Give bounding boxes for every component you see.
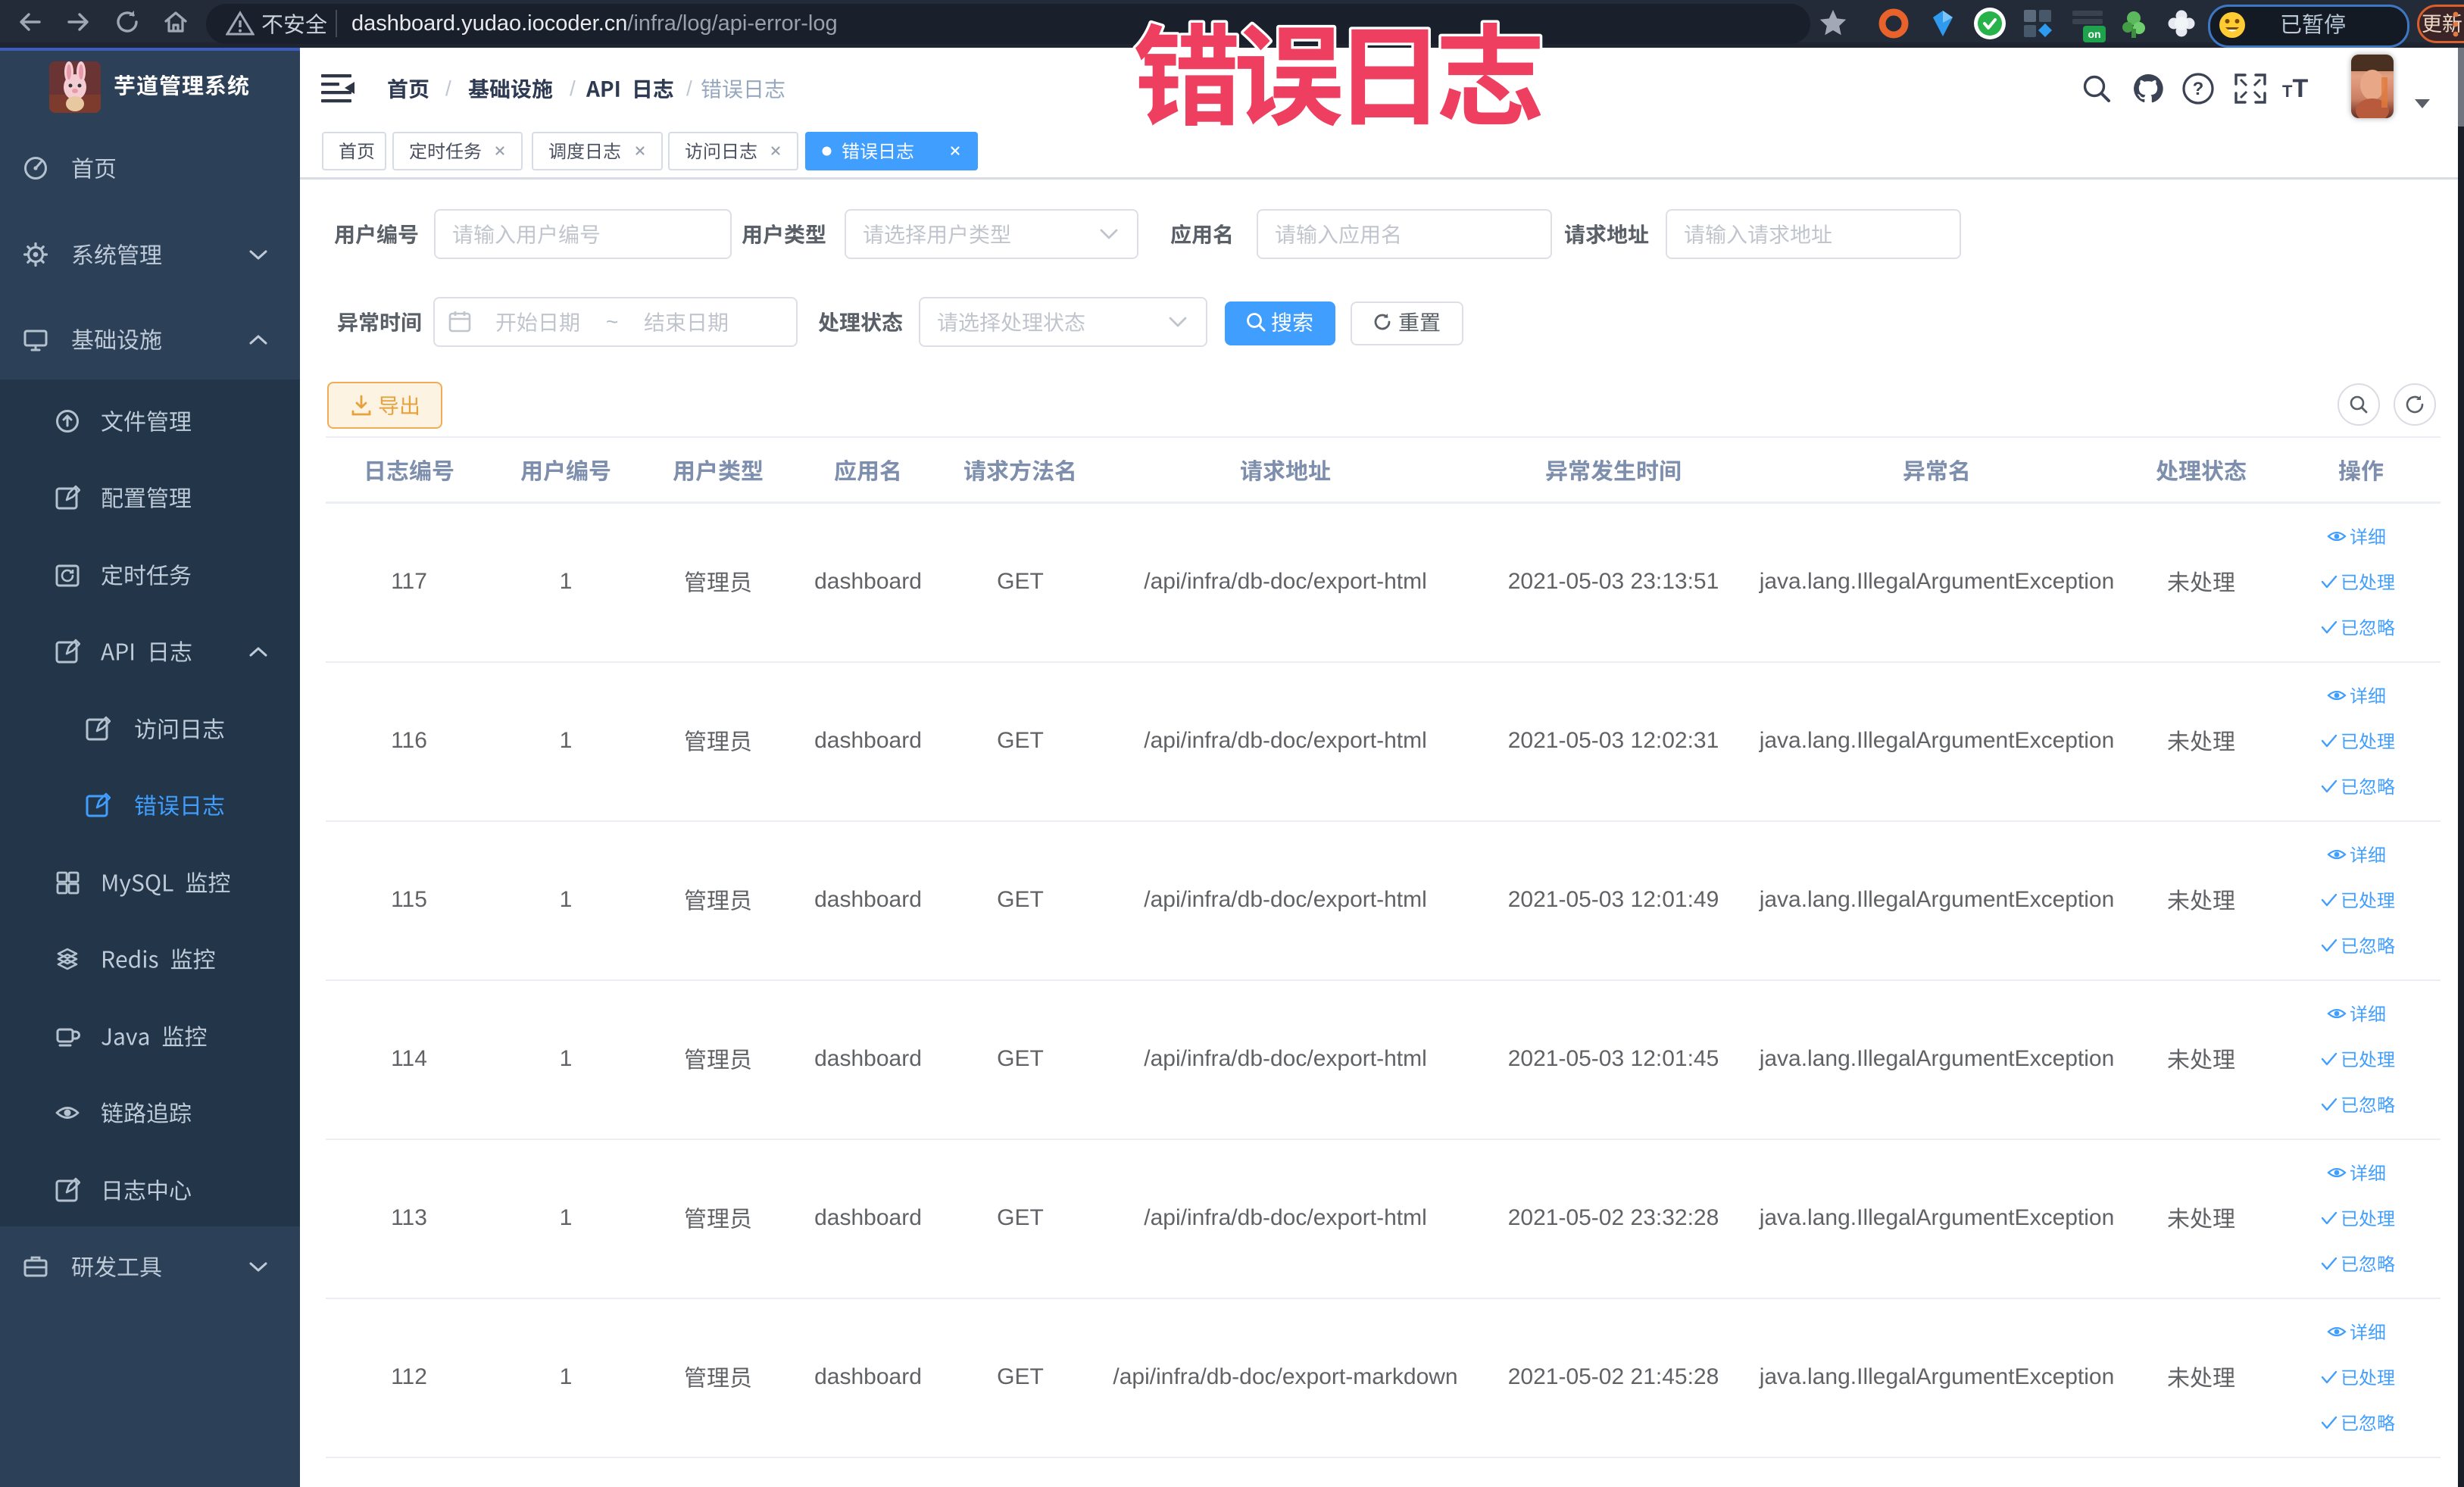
- svg-text:on: on: [2088, 28, 2100, 40]
- svg-text:?: ?: [2193, 79, 2204, 99]
